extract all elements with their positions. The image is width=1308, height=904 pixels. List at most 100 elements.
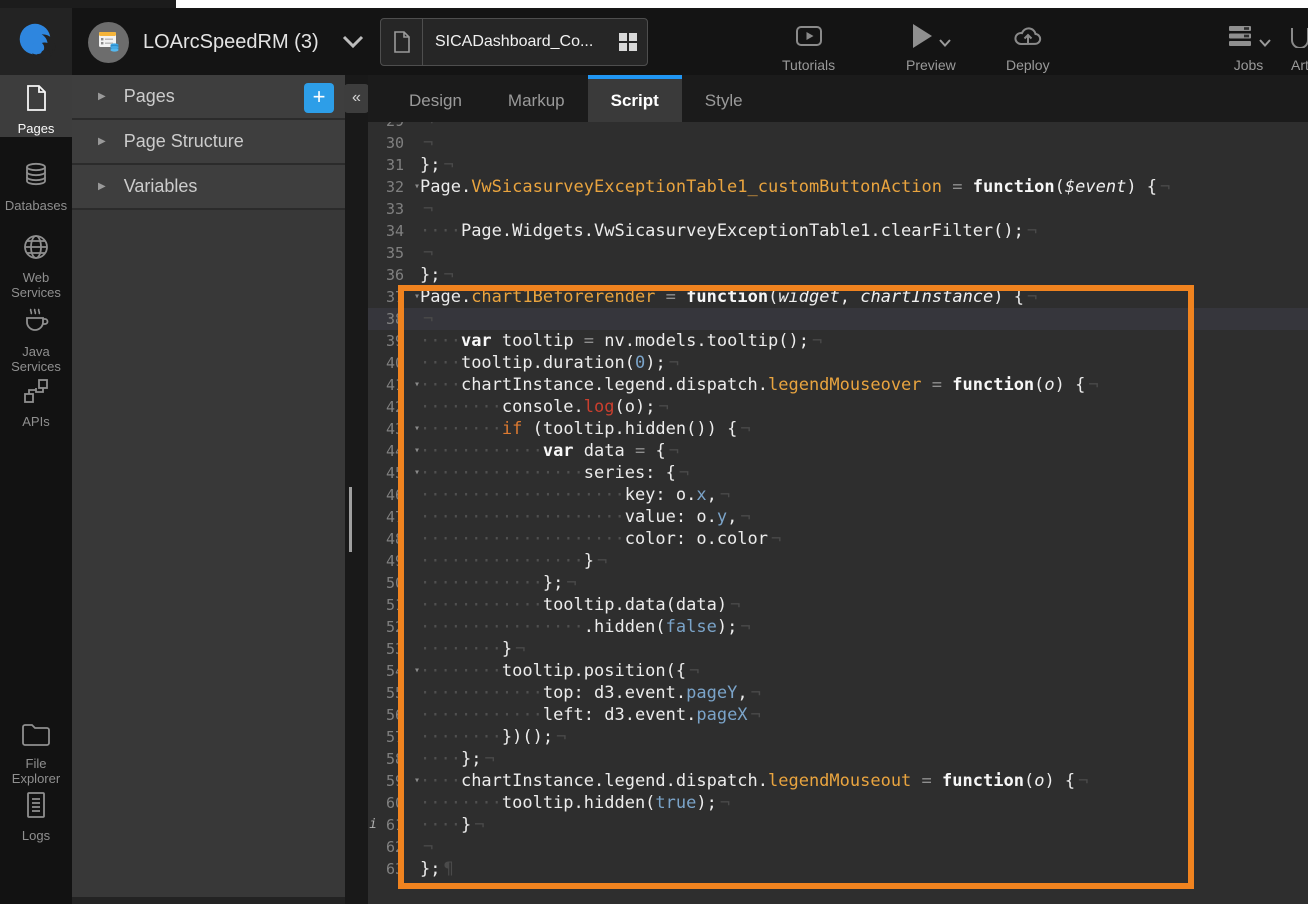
fold-arrow-icon[interactable]: ▾ [404,286,420,308]
code-line[interactable]: 56············left: d3.event.pageX¬ [368,704,1308,726]
code-line[interactable]: 48····················color: o.color¬ [368,528,1308,550]
code-text[interactable]: ····················color: o.color¬ [420,528,781,550]
code-text[interactable]: ········console.log(o);¬ [420,396,669,418]
code-text[interactable]: ········}¬ [420,638,525,660]
panel-section-page-structure[interactable]: ▶Page Structure [72,120,345,165]
page-layout-grid-icon[interactable] [609,32,647,52]
code-line[interactable]: 50············};¬ [368,572,1308,594]
panel-section-variables[interactable]: ▶Variables [72,165,345,210]
code-text[interactable]: ················.hidden(false);¬ [420,616,751,638]
project-dropdown-chevron-icon[interactable] [341,35,365,49]
code-line[interactable]: 41▾····chartInstance.legend.dispatch.leg… [368,374,1308,396]
sidebar-item-file-explorer[interactable]: File Explorer [0,712,72,786]
code-text[interactable]: ¬ [420,242,433,264]
code-text[interactable]: ¬ [420,132,433,154]
toolbar-action-preview[interactable]: Preview [906,22,956,73]
code-line[interactable]: 31};¬ [368,154,1308,176]
script-code-editor[interactable]: 29¬30¬31};¬32▾Page.VwSicasurveyException… [368,122,1308,904]
fold-arrow-icon[interactable]: ▾ [404,374,420,396]
code-text[interactable]: ····}¬ [420,814,484,836]
code-line[interactable]: 37▾Page.chart1Beforerender = function(wi… [368,286,1308,308]
code-text[interactable]: ····Page.Widgets.VwSicasurveyExceptionTa… [420,220,1037,242]
code-line[interactable]: 44▾············var data = {¬ [368,440,1308,462]
code-text[interactable]: ············var data = {¬ [420,440,679,462]
code-line[interactable]: 38¬ [368,308,1308,330]
code-line[interactable]: 62¬ [368,836,1308,858]
sidebar-item-java-services[interactable]: Java Services [0,298,72,374]
code-line[interactable]: 33¬ [368,198,1308,220]
splitter-drag-handle[interactable] [349,487,352,552]
code-text[interactable]: Page.VwSicasurveyExceptionTable1_customB… [420,176,1170,198]
code-line[interactable]: 39····var tooltip = nv.models.tooltip();… [368,330,1308,352]
code-line[interactable]: 59▾····chartInstance.legend.dispatch.leg… [368,770,1308,792]
code-line[interactable]: 45▾················series: {¬ [368,462,1308,484]
code-line[interactable]: 40····tooltip.duration(0);¬ [368,352,1308,374]
toolbar-action-artifacts[interactable]: Art [1288,22,1308,73]
panel-section-pages[interactable]: ▶Pages+ [72,75,345,120]
code-line[interactable]: 34····Page.Widgets.VwSicasurveyException… [368,220,1308,242]
code-text[interactable]: ····var tooltip = nv.models.tooltip();¬ [420,330,822,352]
code-text[interactable]: ········tooltip.position({¬ [420,660,699,682]
add-page-button[interactable]: + [304,83,334,113]
code-line[interactable]: 47····················value: o.y,¬ [368,506,1308,528]
code-text[interactable]: };¬ [420,264,454,286]
code-line[interactable]: 49················}¬ [368,550,1308,572]
code-line[interactable]: 58····};¬ [368,748,1308,770]
code-text[interactable]: ····chartInstance.legend.dispatch.legend… [420,374,1099,396]
code-text[interactable]: ········tooltip.hidden(true);¬ [420,792,730,814]
expand-triangle-icon[interactable]: ▶ [98,136,106,147]
code-text[interactable]: ····················value: o.y,¬ [420,506,751,528]
toolbar-action-jobs[interactable]: Jobs [1226,22,1271,73]
fold-arrow-icon[interactable]: ▾ [404,176,420,198]
expand-triangle-icon[interactable]: ▶ [98,181,106,192]
fold-arrow-icon[interactable]: ▾ [404,418,420,440]
fold-arrow-icon[interactable]: ▾ [404,440,420,462]
code-text[interactable]: };¶ [420,858,454,880]
code-line[interactable]: 42········console.log(o);¬ [368,396,1308,418]
expand-triangle-icon[interactable]: ▶ [98,91,106,102]
code-text[interactable]: ········})();¬ [420,726,566,748]
code-text[interactable]: };¬ [420,154,454,176]
code-line[interactable]: 51············tooltip.data(data)¬ [368,594,1308,616]
toolbar-action-tutorials[interactable]: Tutorials [782,22,835,73]
code-line[interactable]: 55············top: d3.event.pageY,¬ [368,682,1308,704]
code-line[interactable]: 29¬ [368,122,1308,132]
code-line[interactable]: i61····}¬ [368,814,1308,836]
sidebar-item-pages[interactable]: Pages [0,75,72,137]
code-line[interactable]: 60········tooltip.hidden(true);¬ [368,792,1308,814]
code-line[interactable]: 52················.hidden(false);¬ [368,616,1308,638]
code-line[interactable]: 57········})();¬ [368,726,1308,748]
code-text[interactable]: ¬ [420,836,433,858]
fold-arrow-icon[interactable]: ▾ [404,660,420,682]
tab-markup[interactable]: Markup [485,75,588,122]
fold-arrow-icon[interactable]: ▾ [404,770,420,792]
toolbar-action-deploy[interactable]: Deploy [1006,22,1050,73]
code-text[interactable]: ········if (tooltip.hidden()) {¬ [420,418,751,440]
sidebar-item-web-services[interactable]: Web Services [0,224,72,300]
code-line[interactable]: 35¬ [368,242,1308,264]
fold-arrow-icon[interactable]: ▾ [404,462,420,484]
code-text[interactable]: ············tooltip.data(data)¬ [420,594,740,616]
tab-design[interactable]: Design [386,75,485,122]
code-text[interactable]: Page.chart1Beforerender = function(widge… [420,286,1037,308]
code-line[interactable]: 63};¶ [368,858,1308,880]
code-text[interactable]: ············left: d3.event.pageX¬ [420,704,761,726]
wavemaker-logo[interactable] [0,8,72,75]
project-switcher[interactable]: LOArcSpeedRM (3) [88,20,365,64]
code-line[interactable]: 36};¬ [368,264,1308,286]
tab-style[interactable]: Style [682,75,766,122]
code-text[interactable]: ····chartInstance.legend.dispatch.legend… [420,770,1088,792]
jobs-dropdown-chevron-icon[interactable] [1259,34,1271,52]
preview-dropdown-chevron-icon[interactable] [939,34,951,52]
code-line[interactable]: 54▾········tooltip.position({¬ [368,660,1308,682]
code-line[interactable]: 32▾Page.VwSicasurveyExceptionTable1_cust… [368,176,1308,198]
open-page-tab[interactable]: SICADashboard_Co... [380,18,648,66]
code-line[interactable]: 43▾········if (tooltip.hidden()) {¬ [368,418,1308,440]
code-text[interactable]: ····};¬ [420,748,495,770]
code-text[interactable]: ¬ [420,308,433,330]
code-text[interactable]: ¬ [420,198,433,220]
code-line[interactable]: 53········}¬ [368,638,1308,660]
collapse-panel-button[interactable]: « [344,84,369,113]
code-text[interactable]: ················series: {¬ [420,462,689,484]
code-line[interactable]: 30¬ [368,132,1308,154]
